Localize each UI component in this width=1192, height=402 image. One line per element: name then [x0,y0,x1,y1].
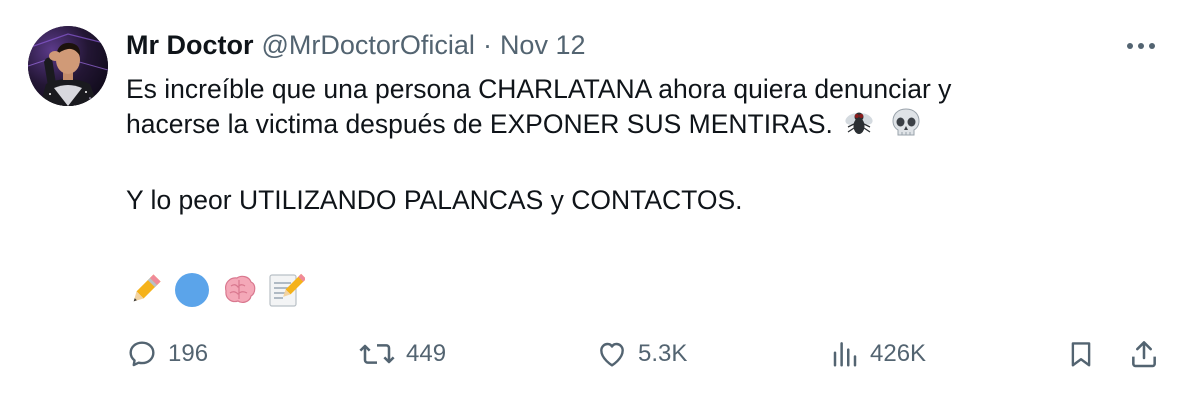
separator-dot: · [482,29,492,60]
views-button[interactable]: 426K [830,334,926,374]
bookmark-icon [1071,342,1091,367]
emoji-row [126,270,314,310]
author-name[interactable]: Mr Doctor [126,30,254,61]
like-count: 5.3K [638,340,688,367]
reply-icon [129,341,155,367]
pencil-icon [126,271,164,309]
tweet-actions: 196 449 5.3K 426K [126,334,1166,374]
fly-icon [843,107,875,148]
retweet-icon [359,344,395,364]
tweet-text-line: hacerse la victima después de EXPONER SU… [126,109,833,139]
share-icon [1132,341,1156,368]
skull-icon [891,107,921,148]
tweet-text-line: Y lo peor UTILIZANDO PALANCAS y CONTACTO… [126,185,743,215]
blue-circle-icon [173,271,211,309]
tweet-header: Mr Doctor @MrDoctorOficial · Nov 12 [126,26,586,64]
views-icon [833,342,857,367]
more-icon [1127,43,1155,49]
bookmark-button[interactable] [1066,334,1096,374]
heart-icon [600,342,624,367]
views-count: 426K [870,340,927,367]
tweet-card[interactable]: Mr Doctor @MrDoctorOficial · Nov 12 Es i… [0,0,1192,402]
more-options-button[interactable] [1124,32,1158,60]
memo-icon [267,271,305,309]
reply-count: 196 [168,340,209,367]
like-button[interactable]: 5.3K [596,334,687,374]
tweet-text: Es increíble que una persona CHARLATANA … [126,72,1136,218]
share-button[interactable] [1128,334,1160,374]
reply-button[interactable]: 196 [126,334,208,374]
retweet-button[interactable]: 449 [358,334,446,374]
tweet-date[interactable]: Nov 12 [500,30,586,61]
retweet-count: 449 [406,340,447,367]
brain-icon [220,271,258,309]
avatar[interactable] [28,26,108,106]
author-handle[interactable]: @MrDoctorOficial [262,30,475,61]
avatar-image [28,26,108,106]
tweet-text-line-with-emojis: hacerse la victima después de EXPONER SU… [126,107,1136,148]
tweet-text-line: Es increíble que una persona CHARLATANA … [126,74,952,104]
